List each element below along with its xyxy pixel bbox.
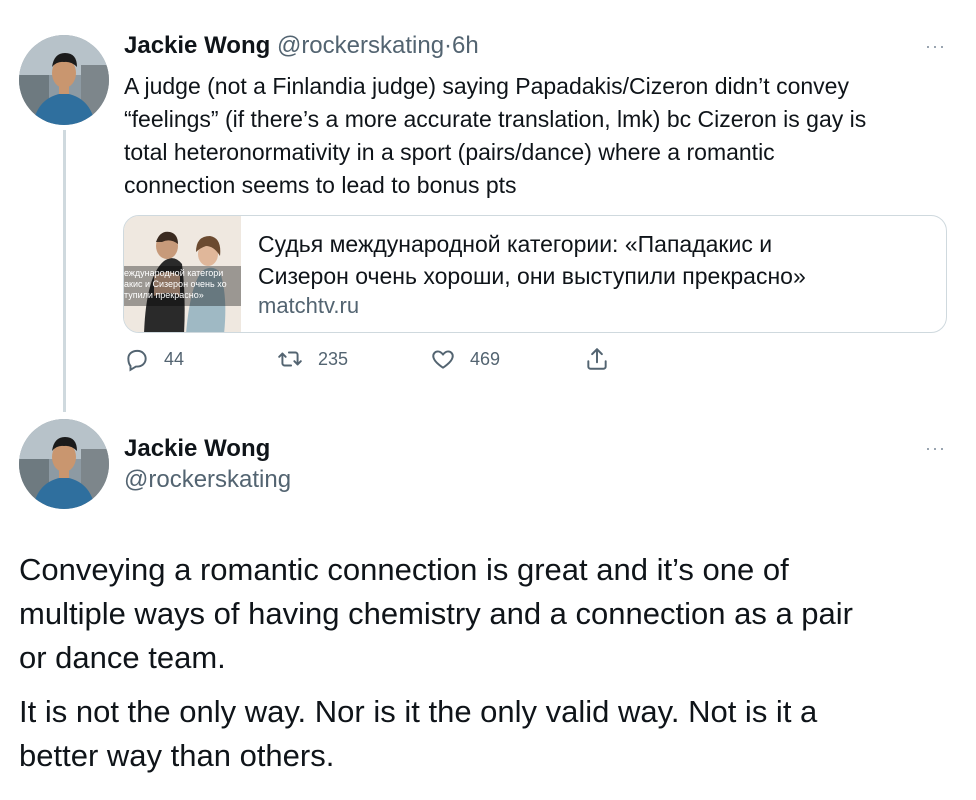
tweet-header: Jackie Wong @rockerskating·6h [124,32,479,60]
card-title-line: Судья международной категории: «Пападаки… [258,231,773,257]
tweet-text-line: Conveying a romantic connection is great… [19,552,789,587]
retweet-button[interactable]: 235 [276,346,348,372]
tweet-text: A judge (not a Finlandia judge) saying P… [124,70,954,202]
retweet-icon [278,351,302,367]
card-title-line: Сизерон очень хороши, они выступили прек… [258,263,806,289]
card-title[interactable]: Судья международной категории: «Пападаки… [258,228,938,292]
like-count: 469 [470,348,501,369]
caption-line: акис и Сизерон очень хо [124,279,227,289]
like-button[interactable]: 469 [430,346,500,372]
tweet-text-line: “feelings” (if there’s a more accurate t… [124,106,867,132]
tweet-text-line: connection seems to lead to bonus pts [124,172,517,198]
tweet-text-line: multiple ways of having chemistry and a … [19,596,853,631]
card-thumbnail: еждународной категори акис и Сизерон оче… [124,216,241,332]
thread-connector-line [63,130,66,412]
avatar[interactable] [19,419,109,509]
tweet-text-line: or dance team. [19,640,226,675]
card-domain: matchtv.ru [258,293,360,318]
more-options-icon[interactable]: ··· [925,36,946,57]
tweet-text-line: better way than others. [19,738,335,773]
author-handle[interactable]: @rockerskating [277,32,444,59]
timestamp[interactable]: 6h [452,32,479,59]
caption-line: еждународной категори [124,268,224,278]
tweet-text: Conveying a romantic connection is great… [19,548,959,788]
avatar[interactable] [19,35,109,125]
share-icon [587,348,607,370]
tweet-paragraph: Conveying a romantic connection is great… [19,548,959,680]
heart-icon [432,350,454,369]
reply-icon [127,349,147,372]
tweet-text-line: A judge (not a Finlandia judge) saying P… [124,73,849,99]
tweet-text-line: total heteronormativity in a sport (pair… [124,139,775,165]
author-name[interactable]: Jackie Wong [124,434,270,464]
card-thumbnail-caption: еждународной категори акис и Сизерон оче… [124,268,241,301]
caption-line: тупили прекрасно» [124,290,204,300]
author-name[interactable]: Jackie Wong [124,32,270,59]
retweet-count: 235 [318,348,349,369]
reply-button[interactable]: 44 [124,346,184,372]
separator: · [444,32,453,59]
link-preview-card[interactable]: еждународной категори акис и Сизерон оче… [123,215,947,333]
reply-count: 44 [164,348,185,369]
author-handle[interactable]: @rockerskating [124,465,291,495]
share-button[interactable] [584,346,610,372]
more-options-icon[interactable]: ··· [925,438,946,459]
tweet-text-line: It is not the only way. Nor is it the on… [19,694,818,729]
tweet-paragraph: It is not the only way. Nor is it the on… [19,690,959,778]
